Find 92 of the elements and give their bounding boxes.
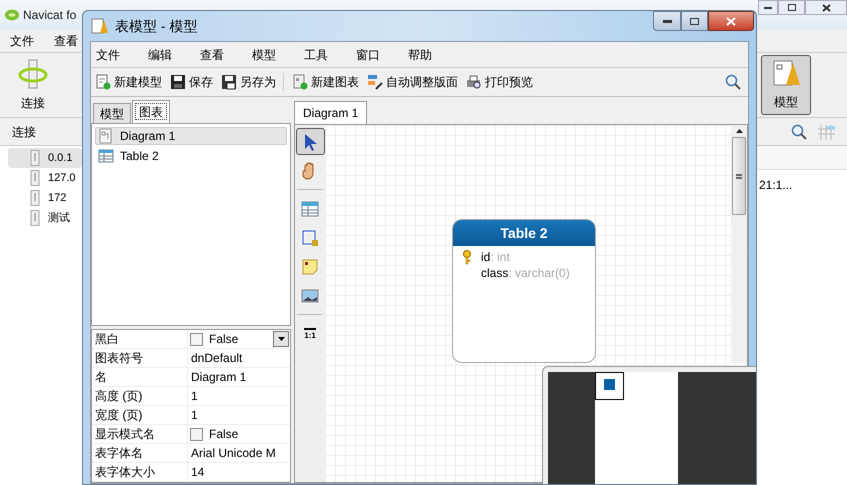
property-name: 图表符号 bbox=[92, 349, 188, 367]
tool-button[interactable] bbox=[296, 128, 324, 155]
toolbar-button[interactable]: 模型 bbox=[761, 55, 811, 115]
section-label: 连接 bbox=[12, 124, 36, 140]
field-name: id bbox=[481, 249, 490, 266]
save-icon bbox=[221, 74, 237, 90]
scroll-thumb[interactable] bbox=[732, 137, 746, 215]
property-value: Arial Unicode M bbox=[190, 445, 277, 462]
close-button[interactable] bbox=[805, 0, 847, 15]
property-name: 名 bbox=[92, 368, 188, 386]
model-icon bbox=[91, 17, 109, 35]
printer-icon bbox=[466, 74, 482, 90]
layout-icon bbox=[367, 74, 383, 90]
menu-item[interactable]: 文件 bbox=[96, 46, 148, 64]
connection-item[interactable]: 127.0 bbox=[8, 168, 82, 188]
note-icon bbox=[300, 256, 320, 276]
search-icon bbox=[725, 74, 741, 90]
connection-item[interactable]: 测试 bbox=[8, 208, 82, 228]
diagram-plus-icon bbox=[292, 74, 308, 90]
connection-item[interactable]: 172 bbox=[8, 188, 82, 208]
toolbar-button[interactable]: 自动调整版面 bbox=[367, 73, 458, 91]
property-value: Diagram 1 bbox=[190, 369, 248, 386]
toolbar-button[interactable]: 另存为 bbox=[221, 73, 276, 91]
server-icon bbox=[30, 210, 40, 226]
field-type: : int bbox=[490, 249, 510, 266]
tree-item[interactable]: Diagram 1 bbox=[95, 127, 287, 146]
property-name: 表字体名 bbox=[92, 444, 188, 462]
property-value: False bbox=[209, 426, 238, 443]
viewport-frame[interactable] bbox=[595, 372, 624, 400]
property-value: False bbox=[209, 331, 238, 348]
toolbar-button[interactable]: 打印预览 bbox=[466, 73, 533, 91]
window-title: Navicat fo bbox=[23, 7, 76, 24]
dropdown-button[interactable] bbox=[273, 331, 289, 347]
property-value: 14 bbox=[190, 464, 206, 481]
panel-tab[interactable]: 图表 bbox=[132, 100, 170, 124]
save-icon bbox=[170, 74, 186, 90]
minimize-button[interactable] bbox=[653, 11, 681, 31]
maximize-button[interactable] bbox=[778, 0, 805, 15]
window-title: 表模型 - 模型 bbox=[115, 16, 198, 36]
close-icon bbox=[822, 4, 830, 12]
toolbar-button[interactable]: 连接 bbox=[8, 55, 58, 115]
tree-item[interactable]: Table 2 bbox=[95, 147, 287, 166]
menu-item[interactable]: 查看 bbox=[54, 32, 78, 50]
property-value: dnDefault bbox=[190, 350, 244, 367]
property-value: 1 bbox=[190, 407, 199, 424]
toolbar-button[interactable]: 新建模型 bbox=[95, 73, 162, 91]
property-name: 高度 (页) bbox=[92, 387, 188, 405]
connection-item[interactable]: 0.0.1 bbox=[8, 148, 82, 168]
property-value: 1 bbox=[190, 388, 199, 405]
toolbar-button[interactable]: 保存 bbox=[170, 73, 213, 91]
property-name: 宽度 (页) bbox=[92, 406, 188, 424]
layer-icon bbox=[300, 228, 320, 248]
scroll-up-icon bbox=[736, 129, 742, 133]
entity-header: Table 2 bbox=[453, 220, 595, 246]
field-name: class bbox=[481, 265, 508, 282]
property-name: 显示模式名 bbox=[92, 425, 188, 443]
menu-item[interactable]: 帮助 bbox=[408, 46, 460, 64]
diagram-tab[interactable]: Diagram 1 bbox=[294, 101, 368, 124]
search-icon bbox=[791, 124, 807, 140]
entity-thumbnail bbox=[604, 379, 615, 390]
menu-item[interactable]: 模型 bbox=[252, 46, 304, 64]
toolbar-button[interactable]: 新建图表 bbox=[292, 73, 359, 91]
server-icon bbox=[30, 170, 40, 186]
close-icon bbox=[726, 16, 736, 26]
grid-icon bbox=[817, 124, 835, 140]
close-button[interactable] bbox=[708, 11, 754, 31]
minimize-button[interactable] bbox=[758, 0, 778, 15]
tool-button[interactable]: 1:1 bbox=[296, 320, 324, 347]
table-icon bbox=[300, 198, 320, 218]
menu-item[interactable]: 文件 bbox=[10, 32, 34, 50]
menu-item[interactable]: 查看 bbox=[200, 46, 252, 64]
maximize-button[interactable] bbox=[681, 11, 708, 31]
property-name: 表字体大小 bbox=[92, 463, 188, 481]
table-icon bbox=[98, 148, 114, 164]
property-name: 黑白 bbox=[92, 330, 188, 348]
checkbox[interactable] bbox=[190, 332, 203, 346]
server-icon bbox=[30, 190, 40, 206]
server-icon bbox=[30, 150, 40, 166]
menu-item[interactable]: 窗口 bbox=[356, 46, 408, 64]
entity-box[interactable]: Table 2 id: int class: varchar(0) bbox=[452, 219, 596, 363]
server-ring-icon bbox=[17, 58, 49, 90]
menu-item[interactable]: 工具 bbox=[304, 46, 356, 64]
table-cell-text: 21:1... bbox=[758, 177, 794, 194]
caret-icon bbox=[278, 337, 284, 341]
diagram-icon bbox=[98, 128, 114, 144]
panel-tab[interactable]: 模型 bbox=[93, 103, 131, 124]
app-logo-icon bbox=[4, 7, 20, 23]
document-plus-icon bbox=[95, 74, 111, 90]
scrollbar[interactable] bbox=[731, 125, 747, 363]
field-type: : varchar(0) bbox=[508, 265, 570, 282]
menu-item[interactable]: 编辑 bbox=[148, 46, 200, 64]
checkbox[interactable] bbox=[190, 428, 203, 440]
